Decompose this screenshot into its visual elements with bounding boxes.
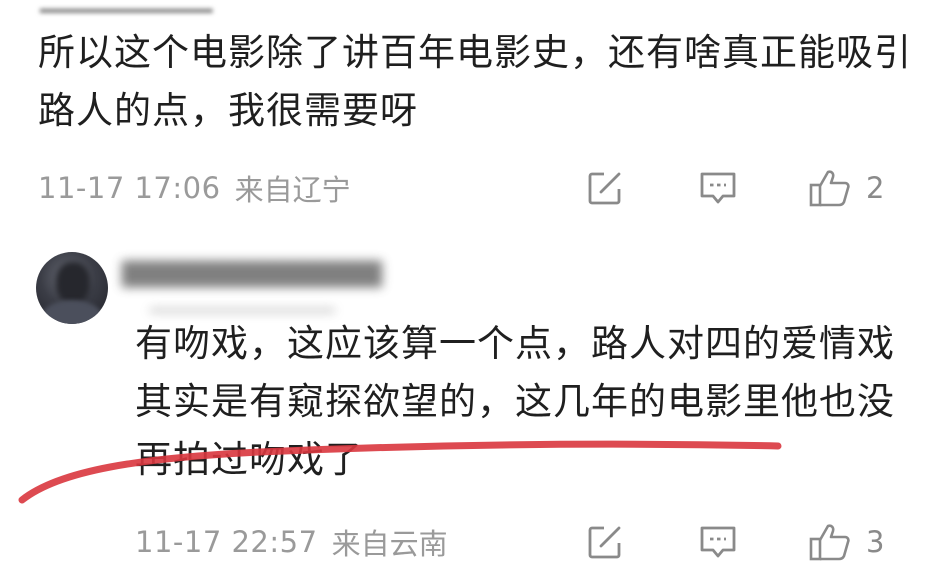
reply-button[interactable] <box>698 522 738 562</box>
like-button[interactable]: 2 <box>808 168 884 208</box>
comment-reply-icon <box>700 526 736 558</box>
comment-text: 所以这个电影除了讲百年电影史，还有啥真正能吸引路人的点，我很需要呀 <box>38 31 912 132</box>
avatar-face <box>56 262 90 304</box>
thumbs-up-icon <box>809 170 850 207</box>
share-button[interactable] <box>586 522 624 562</box>
comment-timestamp: 11-17 17:06 <box>38 171 221 205</box>
share-button[interactable] <box>586 168 624 208</box>
username-blurred[interactable]: ▇▇▇▇▇▇▇▇▇▇▇▇▇ <box>122 258 382 288</box>
share-edit-icon <box>588 172 621 205</box>
comment-location: 来自辽宁 <box>234 173 351 207</box>
comment-location: 来自云南 <box>331 527 448 561</box>
comment-thread: ▁▁▁▁▁▁▁▁ 所以这个电影除了讲百年电影史，还有啥真正能吸引路人的点，我很需… <box>0 0 930 585</box>
reply-button[interactable] <box>698 168 738 208</box>
user-badge-blurred: ▁▁▁▁▁▁▁▁▁▁▁▁ <box>150 288 335 312</box>
thumbs-up-icon <box>809 524 850 561</box>
like-count: 3 <box>866 525 885 559</box>
avatar-shoulders <box>40 300 104 324</box>
avatar[interactable] <box>36 252 108 324</box>
comment-text: 有吻戏，这应该算一个点，路人对四的爱情戏其实是有窥探欲望的，这几年的电影里他也没… <box>135 322 895 481</box>
like-count: 2 <box>866 171 885 205</box>
previous-username-cutoff: ▁▁▁▁▁▁▁▁ <box>40 0 212 13</box>
comment-meta-row: 11-17 22:57 来自云南 3 <box>135 522 910 562</box>
share-edit-icon <box>588 526 621 559</box>
comment-timestamp: 11-17 22:57 <box>135 525 318 559</box>
comment-meta-row: 11-17 17:06 来自辽宁 2 <box>38 168 908 208</box>
comment-reply-icon <box>700 172 736 204</box>
like-button[interactable]: 3 <box>808 522 884 562</box>
